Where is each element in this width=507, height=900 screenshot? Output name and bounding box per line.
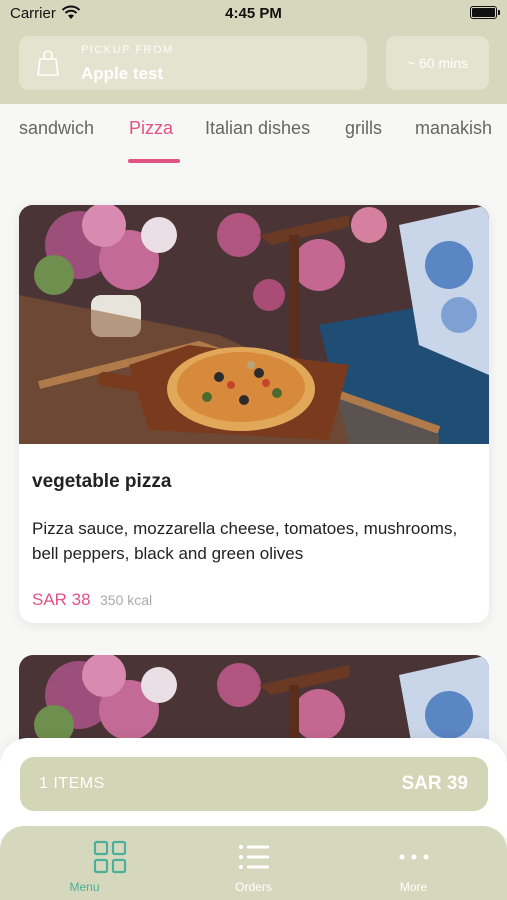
tab-italian-dishes[interactable]: Italian dishes: [205, 118, 310, 139]
tab-grills[interactable]: grills: [345, 118, 382, 139]
grid-icon: [93, 840, 127, 874]
nav-more[interactable]: More: [329, 826, 498, 900]
eta-button[interactable]: ~ 60 mins: [386, 36, 489, 90]
nav-menu-label: Menu: [69, 880, 100, 894]
battery-icon: [470, 6, 500, 19]
category-tabs: sandwich Pizza Italian dishes grills man…: [0, 104, 507, 166]
cart-item-count: 1 ITEMS: [39, 775, 105, 792]
status-time: 4:45 PM: [225, 5, 282, 22]
header-bar: Carrier 4:45 PM PICKUP FROM Apple test ~…: [0, 0, 507, 104]
menu-item-calories: 350 kcal: [100, 592, 153, 608]
nav-orders-label: Orders: [235, 880, 272, 894]
store-name: Apple test: [81, 64, 164, 83]
menu-item-card[interactable]: vegetable pizza Pizza sauce, mozzarella …: [19, 205, 489, 623]
tab-pizza[interactable]: Pizza: [129, 118, 173, 139]
eta-label: ~ 60 mins: [406, 55, 469, 71]
menu-item-description: Pizza sauce, mozzarella cheese, tomatoes…: [32, 519, 458, 563]
menu-item-price: SAR 38: [32, 590, 91, 609]
pickup-label: PICKUP FROM: [81, 44, 174, 56]
nav-orders[interactable]: Orders: [169, 826, 338, 900]
list-icon: [239, 845, 269, 869]
active-tab-indicator: [128, 159, 180, 163]
tab-manakish[interactable]: manakish: [415, 118, 492, 139]
pickup-location-selector[interactable]: PICKUP FROM Apple test: [19, 36, 367, 90]
bottom-nav: Menu Orders More: [0, 826, 507, 900]
nav-more-label: More: [399, 880, 428, 894]
status-bar: Carrier 4:45 PM: [0, 0, 507, 28]
more-dots-icon: [399, 854, 429, 860]
food-photo: [19, 205, 489, 444]
menu-item-name: vegetable pizza: [32, 471, 172, 492]
tab-sandwich[interactable]: sandwich: [19, 118, 94, 139]
view-cart-button[interactable]: 1 ITEMS SAR 39: [20, 757, 488, 811]
shopping-bag-icon: [37, 50, 59, 76]
cart-total: SAR 39: [401, 773, 468, 794]
